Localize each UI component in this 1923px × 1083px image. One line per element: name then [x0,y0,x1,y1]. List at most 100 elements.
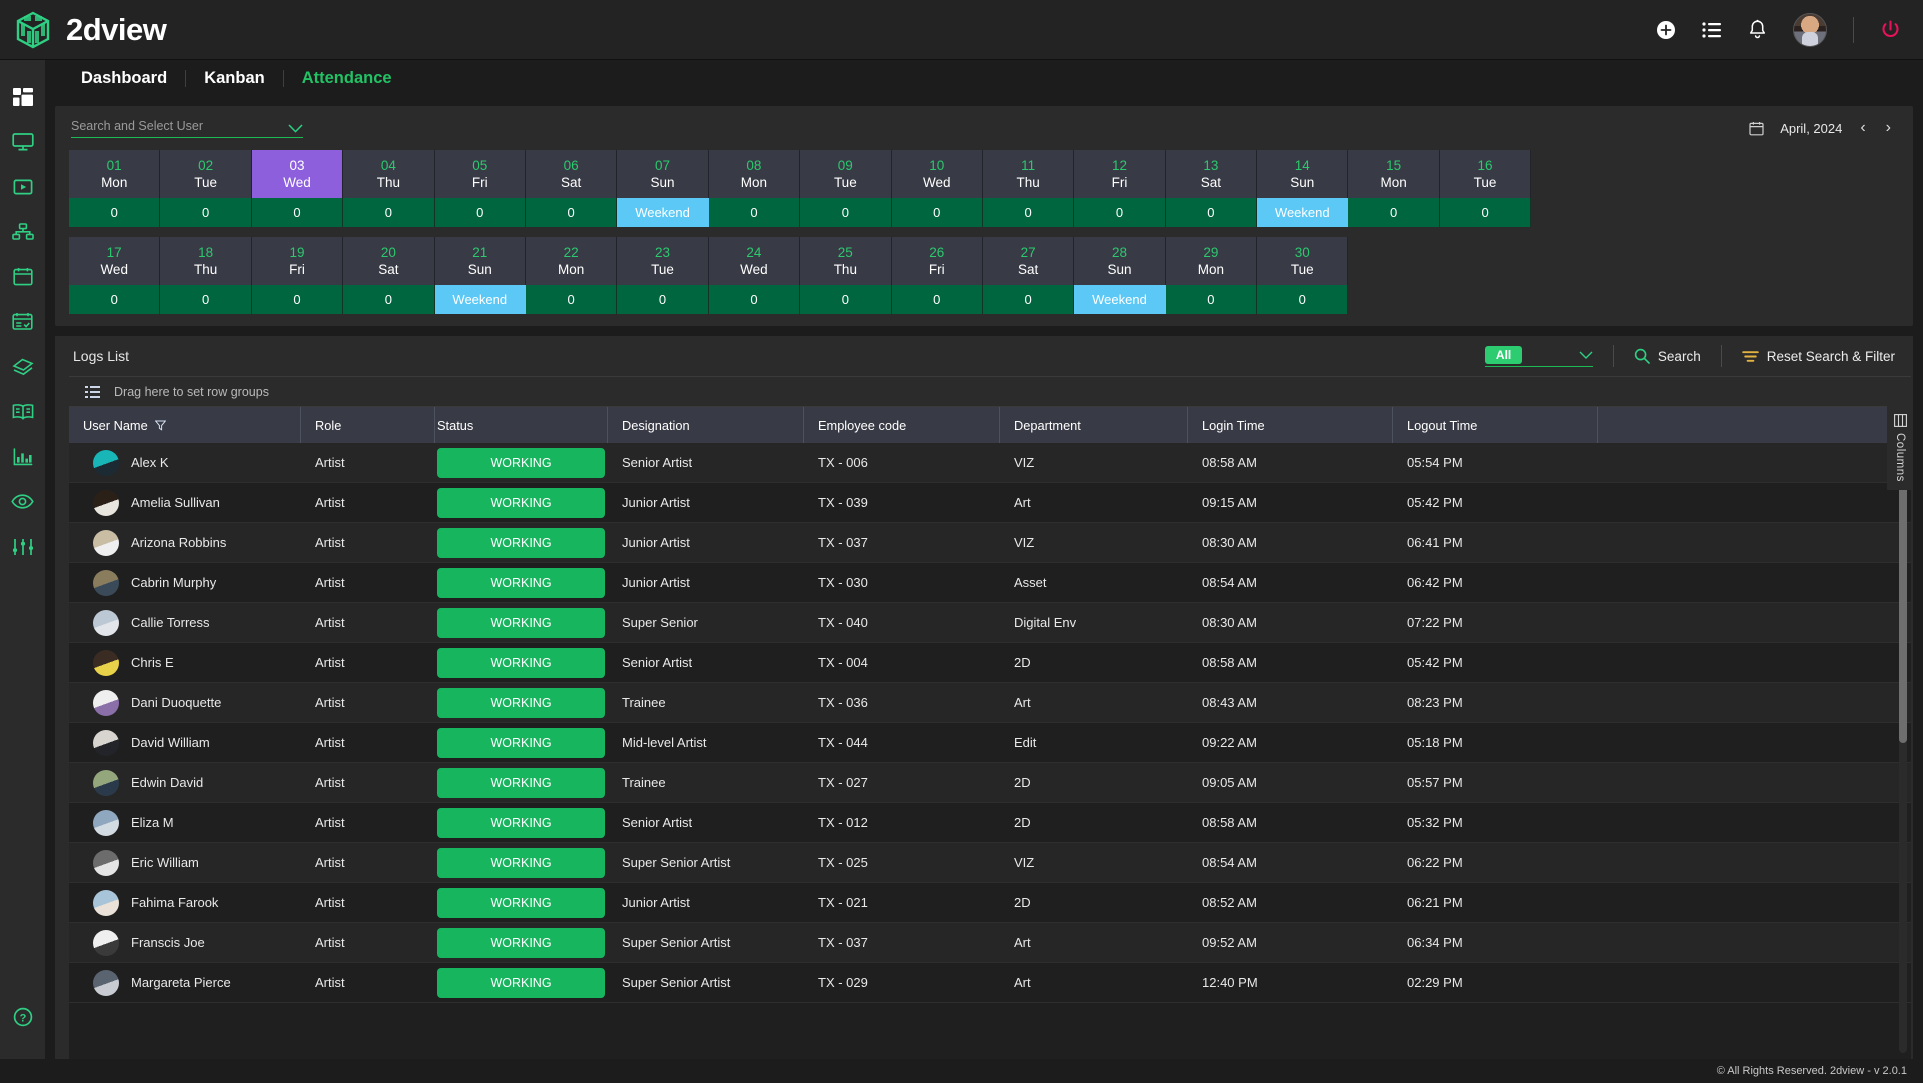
sidebar-item-library[interactable] [0,389,45,434]
calendar-day-count[interactable]: 0 [982,198,1075,227]
power-icon[interactable] [1880,19,1901,40]
calendar-day-count[interactable]: 0 [1439,198,1532,227]
user-select-dropdown[interactable]: Search and Select User [71,119,303,138]
reset-filter-button[interactable]: Reset Search & Filter [1741,349,1895,364]
calendar-day-cell[interactable]: 23 Tue 0 [617,237,709,314]
sidebar-item-media[interactable] [0,164,45,209]
table-row[interactable]: Eric William Artist WORKING Super Senior Ar… [69,843,1911,883]
calendar-day-header[interactable]: 09 Tue [800,150,892,198]
calendar-day-cell[interactable]: 29 Mon 0 [1165,237,1258,314]
add-circle-icon[interactable] [1656,20,1676,40]
column-header-status[interactable]: Status [435,407,608,443]
calendar-day-cell[interactable]: 15 Mon 0 [1348,150,1440,227]
calendar-day-header[interactable]: 13 Sat [1165,150,1258,198]
calendar-day-cell[interactable]: 11 Thu 0 [982,150,1075,227]
calendar-day-header[interactable]: 21 Sun [434,237,526,285]
calendar-day-cell[interactable]: 03 Wed 0 [251,150,344,227]
table-row[interactable]: Callie Torress Artist WORKING Super Senior T… [69,603,1911,643]
calendar-day-cell[interactable]: 04 Thu 0 [343,150,435,227]
calendar-day-header[interactable]: 15 Mon [1348,150,1440,198]
calendar-day-count[interactable]: 0 [525,285,618,314]
calendar-day-header[interactable]: 19 Fri [251,237,344,285]
status-badge[interactable]: WORKING [437,487,605,518]
table-row[interactable]: Arizona Robbins Artist WORKING Junior Artis… [69,523,1911,563]
tab-attendance[interactable]: Attendance [284,69,410,88]
calendar-day-cell[interactable]: 22 Mon 0 [525,237,618,314]
calendar-day-cell[interactable]: 08 Mon 0 [708,150,801,227]
table-row[interactable]: Eliza M Artist WORKING Senior Artist TX - 01… [69,803,1911,843]
calendar-day-count[interactable]: 0 [1165,285,1258,314]
calendar-day-count[interactable]: 0 [525,198,618,227]
calendar-day-count[interactable]: 0 [708,285,801,314]
calendar-weekend-badge[interactable]: Weekend [1074,285,1166,314]
status-badge[interactable]: WORKING [437,527,605,558]
calendar-day-header[interactable]: 02 Tue [160,150,252,198]
calendar-day-header[interactable]: 16 Tue [1439,150,1532,198]
calendar-day-cell[interactable]: 16 Tue 0 [1439,150,1532,227]
status-badge[interactable]: WORKING [437,687,605,718]
calendar-day-count[interactable]: 0 [160,285,252,314]
status-badge[interactable]: WORKING [437,727,605,758]
calendar-day-header[interactable]: 24 Wed [708,237,801,285]
calendar-day-header[interactable]: 18 Thu [160,237,252,285]
sidebar-item-help[interactable]: ? [0,1007,45,1027]
calendar-day-header[interactable]: 25 Thu [800,237,892,285]
avatar[interactable] [1793,12,1827,47]
bell-icon[interactable] [1748,19,1767,40]
calendar-day-cell[interactable]: 02 Tue 0 [160,150,252,227]
sidebar-item-dashboard[interactable] [0,74,45,119]
calendar-day-header[interactable]: 14 Sun [1257,150,1349,198]
column-header-department[interactable]: Department [1000,407,1188,443]
calendar-day-count[interactable]: 0 [1074,198,1166,227]
calendar-day-count[interactable]: 0 [1165,198,1258,227]
calendar-day-cell[interactable]: 20 Sat 0 [343,237,435,314]
calendar-day-header[interactable]: 11 Thu [982,150,1075,198]
table-row[interactable]: Fahima Farook Artist WORKING Junior Artist T… [69,883,1911,923]
calendar-day-count[interactable]: 0 [891,198,983,227]
tab-kanban[interactable]: Kanban [186,69,283,88]
columns-side-tab[interactable]: Columns [1887,406,1913,490]
status-badge[interactable]: WORKING [437,767,605,798]
table-row[interactable]: Alex K Artist WORKING Senior Artist TX - 006… [69,443,1911,483]
status-badge[interactable]: WORKING [437,647,605,678]
calendar-day-cell[interactable]: 24 Wed 0 [708,237,801,314]
calendar-day-count[interactable]: 0 [800,285,892,314]
calendar-day-header[interactable]: 01 Mon [69,150,161,198]
prev-month-button[interactable]: ‹ [1858,119,1867,137]
calendar-day-count[interactable]: 0 [708,198,801,227]
status-badge[interactable]: WORKING [437,607,605,638]
sidebar-item-tags[interactable] [0,344,45,389]
table-row[interactable]: Dani Duoquette Artist WORKING Trainee TX - 0… [69,683,1911,723]
column-header-login-time[interactable]: Login Time [1188,407,1393,443]
calendar-day-header[interactable]: 29 Mon [1165,237,1258,285]
calendar-day-count[interactable]: 0 [1348,198,1440,227]
calendar-day-header[interactable]: 04 Thu [343,150,435,198]
calendar-day-count[interactable]: 0 [434,198,526,227]
calendar-day-header[interactable]: 17 Wed [69,237,161,285]
column-header-role[interactable]: Role [301,407,435,443]
sidebar-item-calendar[interactable] [0,254,45,299]
calendar-day-cell[interactable]: 27 Sat 0 [982,237,1075,314]
status-badge[interactable]: WORKING [437,447,605,478]
calendar-day-header[interactable]: 22 Mon [525,237,618,285]
calendar-day-count[interactable]: 0 [1257,285,1349,314]
calendar-day-cell[interactable]: 05 Fri 0 [434,150,526,227]
column-header-user-name[interactable]: User Name [69,407,301,443]
calendar-day-count[interactable]: 0 [982,285,1075,314]
status-badge[interactable]: WORKING [437,847,605,878]
calendar-day-cell[interactable]: 07 Sun Weekend [617,150,709,227]
calendar-day-count[interactable]: 0 [69,198,161,227]
calendar-day-cell[interactable]: 10 Wed 0 [891,150,983,227]
table-row[interactable]: Cabrin Murphy Artist WORKING Junior Artist T… [69,563,1911,603]
calendar-day-cell[interactable]: 14 Sun Weekend [1257,150,1349,227]
calendar-day-count[interactable]: 0 [343,198,435,227]
calendar-day-cell[interactable]: 30 Tue 0 [1257,237,1349,314]
column-header-logout-time[interactable]: Logout Time [1393,407,1598,443]
calendar-day-header[interactable]: 26 Fri [891,237,983,285]
table-row[interactable]: David William Artist WORKING Mid-level Arti… [69,723,1911,763]
calendar-day-header[interactable]: 23 Tue [617,237,709,285]
calendar-day-cell[interactable]: 17 Wed 0 [69,237,161,314]
calendar-day-count[interactable]: 0 [800,198,892,227]
calendar-day-header[interactable]: 07 Sun [617,150,709,198]
calendar-day-cell[interactable]: 28 Sun Weekend [1074,237,1166,314]
